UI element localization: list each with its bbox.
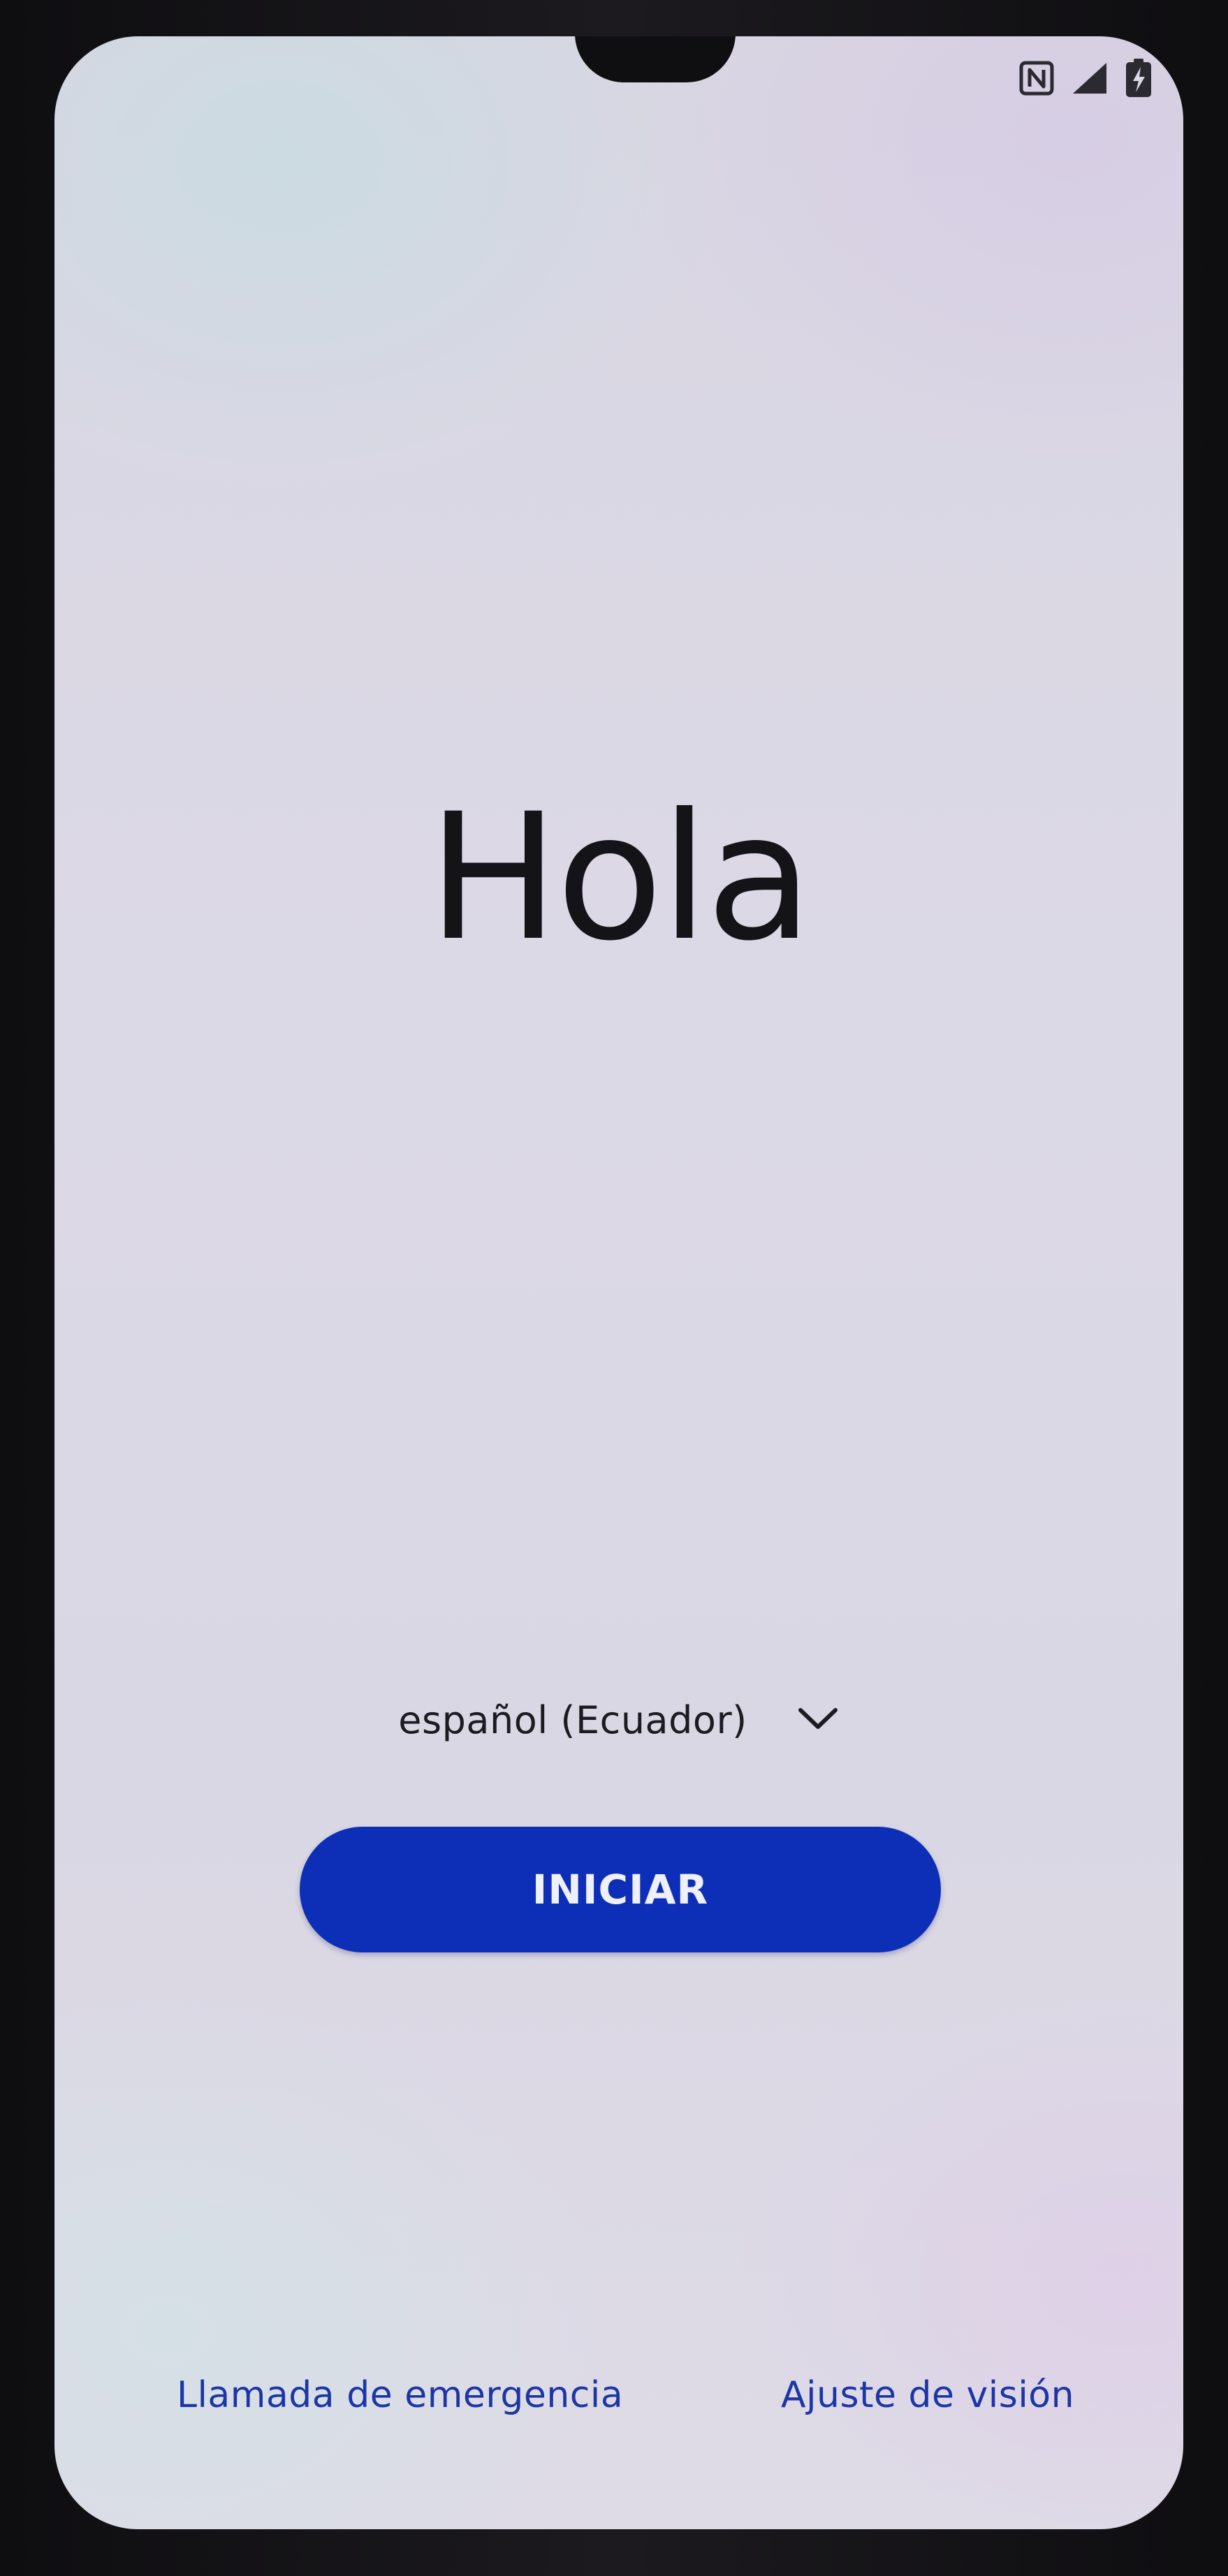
emergency-call-link[interactable]: Llamada de emergencia — [177, 2374, 623, 2416]
nfc-icon — [1018, 60, 1055, 96]
phone-frame: Hola español (Ecuador) INICIAR Llamada d… — [0, 0, 1228, 2576]
start-button-label: INICIAR — [532, 1866, 709, 1913]
signal-icon — [1070, 60, 1109, 96]
vision-settings-link[interactable]: Ajuste de visión — [781, 2374, 1074, 2416]
language-selected-label: español (Ecuador) — [398, 1698, 747, 1742]
chevron-down-icon — [796, 1705, 840, 1736]
language-dropdown[interactable]: español (Ecuador) — [54, 1688, 1183, 1751]
welcome-greeting: Hola — [427, 776, 813, 979]
start-button[interactable]: INICIAR — [300, 1827, 941, 1952]
setup-screen: Hola español (Ecuador) INICIAR Llamada d… — [54, 36, 1183, 2529]
battery-charging-icon — [1125, 59, 1153, 98]
status-bar — [1018, 57, 1153, 99]
camera-notch — [575, 36, 736, 82]
